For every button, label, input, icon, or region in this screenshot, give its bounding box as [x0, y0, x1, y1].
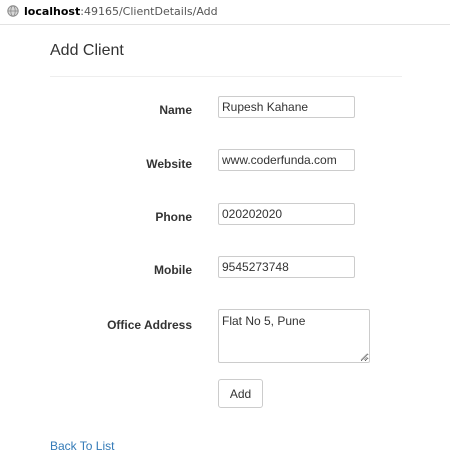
url-host: localhost	[24, 5, 81, 18]
name-label: Name	[159, 103, 192, 117]
back-to-list-link[interactable]: Back To List	[50, 439, 114, 453]
resize-grip-icon[interactable]	[360, 353, 368, 361]
website-field[interactable]	[218, 149, 355, 171]
url-path: :49165/ClientDetails/Add	[80, 5, 218, 18]
office-address-label: Office Address	[107, 318, 192, 332]
globe-icon	[7, 5, 19, 17]
mobile-field[interactable]	[218, 256, 355, 278]
phone-field[interactable]	[218, 203, 355, 225]
name-field[interactable]	[218, 96, 355, 118]
page-title: Add Client	[50, 42, 124, 59]
website-label: Website	[146, 157, 192, 171]
url-text[interactable]: localhost:49165/ClientDetails/Add	[24, 5, 218, 18]
add-button[interactable]: Add	[218, 379, 263, 408]
office-address-field[interactable]: Flat No 5, Pune	[218, 309, 370, 363]
mobile-label: Mobile	[154, 263, 192, 277]
phone-label: Phone	[155, 210, 192, 224]
browser-address-bar[interactable]: localhost:49165/ClientDetails/Add	[0, 0, 450, 25]
title-divider	[50, 76, 402, 77]
